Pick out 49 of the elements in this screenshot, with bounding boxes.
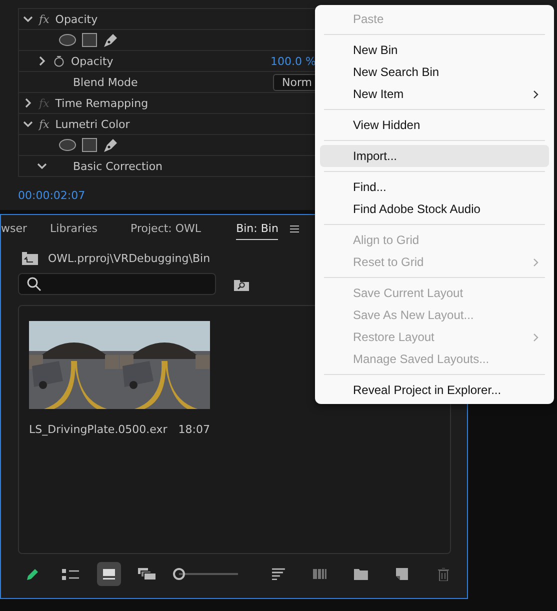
- automate-to-sequence-icon[interactable]: [313, 569, 328, 579]
- new-item-icon[interactable]: [396, 568, 408, 580]
- menu-item[interactable]: Reveal Project in Explorer...: [320, 379, 549, 401]
- parent-folder-icon[interactable]: [22, 252, 38, 264]
- folder-icon[interactable]: [354, 568, 368, 580]
- trash-icon[interactable]: [438, 568, 449, 580]
- bin-path: OWL.prproj\VRDebugging\Bin: [48, 252, 210, 264]
- chevron-down-icon[interactable]: [23, 119, 33, 129]
- blend-mode-dropdown[interactable]: Norm: [272, 74, 316, 90]
- menu-icon[interactable]: [290, 225, 300, 233]
- panel-tab[interactable]: wser: [1, 218, 28, 240]
- chevron-right-icon[interactable]: [37, 56, 47, 66]
- find-icon[interactable]: [234, 278, 249, 290]
- effect-name: Opacity: [55, 12, 98, 26]
- menu-item[interactable]: New Search Bin: [320, 61, 549, 83]
- menu-item[interactable]: View Hidden: [320, 114, 549, 136]
- menu-item[interactable]: New Bin: [320, 39, 549, 61]
- menu-item[interactable]: Find Adobe Stock Audio: [320, 198, 549, 220]
- menu-item[interactable]: New Item: [320, 83, 549, 105]
- pen-icon[interactable]: [103, 138, 118, 152]
- effect-name: Time Remapping: [55, 96, 148, 110]
- chevron-down-icon[interactable]: [23, 14, 33, 24]
- icon-view-icon[interactable]: [96, 562, 121, 586]
- parameter-name: Blend Mode: [73, 76, 138, 88]
- stopwatch-icon[interactable]: [53, 55, 65, 67]
- menu-item[interactable]: Find...: [320, 176, 549, 198]
- fx-toggle[interactable]: fx: [39, 12, 50, 26]
- parameter-name: Opacity: [71, 54, 114, 68]
- chevron-down-icon[interactable]: [37, 161, 47, 171]
- ellipse-mask-icon[interactable]: [59, 139, 76, 151]
- chevron-right-icon[interactable]: [23, 98, 33, 108]
- clip-duration: 18:07: [178, 423, 210, 436]
- panel-tab[interactable]: Bin: Bin: [236, 218, 278, 240]
- panel-tab[interactable]: Project: OWL: [130, 218, 202, 240]
- search-icon: [27, 277, 41, 291]
- rectangle-mask-icon[interactable]: [82, 138, 97, 152]
- pen-icon[interactable]: [103, 32, 118, 48]
- slider-thumb[interactable]: [172, 568, 185, 580]
- search-field[interactable]: [18, 273, 216, 295]
- group-name: Basic Correction: [73, 160, 163, 172]
- parameter-value[interactable]: 100.0 %: [270, 54, 316, 68]
- clip-name: LS_DrivingPlate.0500.exr: [29, 423, 168, 436]
- menu-item[interactable]: Import...: [320, 145, 549, 167]
- sort-icon[interactable]: [272, 568, 286, 580]
- fx-toggle[interactable]: fx: [39, 118, 50, 130]
- ellipse-mask-icon[interactable]: [59, 34, 76, 46]
- effect-name: Lumetri Color: [55, 118, 130, 130]
- panel-tab[interactable]: Libraries: [50, 218, 98, 240]
- rectangle-mask-icon[interactable]: [82, 33, 97, 47]
